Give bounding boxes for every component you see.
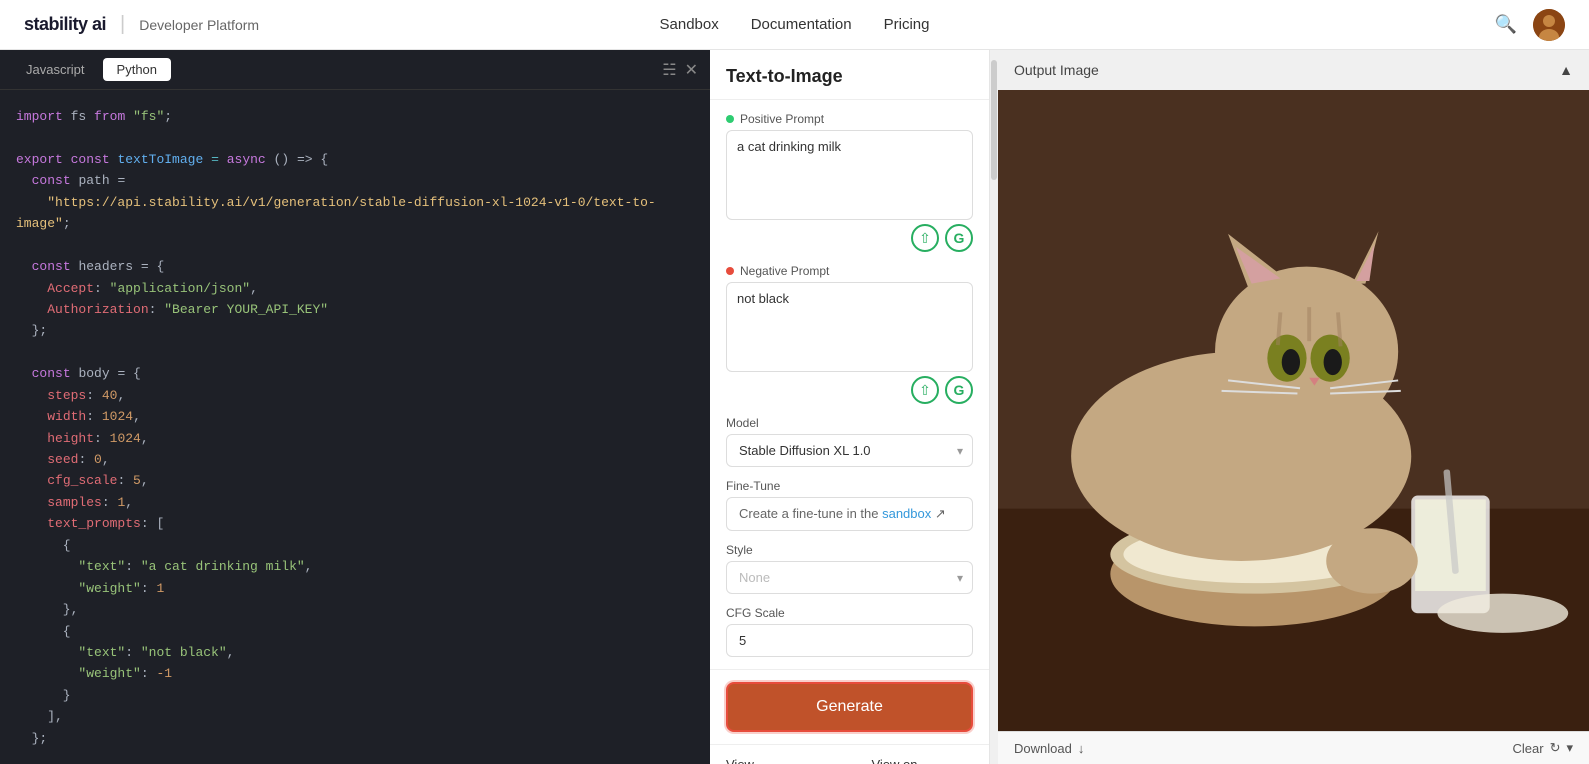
view-documentation-link[interactable]: View Documentation ↗ bbox=[726, 757, 855, 764]
right-content: Text-to-Image Positive Prompt a cat drin… bbox=[710, 50, 1589, 764]
style-label: Style bbox=[726, 543, 973, 557]
negative-prompt-input[interactable]: <span class="selected-text">not black</s… bbox=[726, 282, 973, 372]
negative-prompt-label: Negative Prompt bbox=[726, 264, 973, 278]
cfg-scale-label: CFG Scale bbox=[726, 606, 973, 620]
header-left: stability ai | Developer Platform bbox=[24, 13, 259, 36]
clear-arrow: ▾ bbox=[1566, 740, 1573, 756]
style-select[interactable]: None Photographic Cinematic Digital Art … bbox=[726, 561, 973, 594]
header-right: 🔍 bbox=[1495, 9, 1565, 41]
footer-links: View Documentation ↗ View on GitHub ↗ bbox=[710, 744, 989, 764]
positive-prompt-label: Positive Prompt bbox=[726, 112, 973, 126]
model-select-wrapper: Stable Diffusion XL 1.0 Stable Diffusion… bbox=[726, 434, 973, 467]
output-footer: Download ↓ Clear ↻ ▾ bbox=[998, 731, 1589, 764]
logo: stability ai bbox=[24, 14, 106, 35]
download-icon: ↓ bbox=[1078, 741, 1085, 756]
nav-pricing[interactable]: Pricing bbox=[884, 16, 930, 33]
main-container: Javascript Python ☵ ✕ import fs from "fs… bbox=[0, 0, 1589, 764]
generate-button[interactable]: Generate bbox=[726, 682, 973, 732]
style-field: Style None Photographic Cinematic Digita… bbox=[726, 543, 973, 594]
clear-icon: ↻ bbox=[1550, 740, 1561, 756]
code-panel-header: Javascript Python ☵ ✕ bbox=[0, 50, 710, 90]
avatar[interactable] bbox=[1533, 9, 1565, 41]
positive-prompt-footer: ⇧ G bbox=[726, 224, 973, 252]
download-button[interactable]: Download ↓ bbox=[1014, 740, 1084, 756]
close-icon[interactable]: ✕ bbox=[685, 60, 698, 80]
copy-icon[interactable]: ☵ bbox=[662, 60, 676, 80]
logo-separator: | bbox=[120, 13, 125, 36]
positive-upload-icon[interactable]: ⇧ bbox=[911, 224, 939, 252]
model-select[interactable]: Stable Diffusion XL 1.0 Stable Diffusion… bbox=[726, 434, 973, 467]
controls-scrollbar-thumb[interactable] bbox=[991, 60, 997, 180]
output-image-label: Output Image bbox=[1014, 62, 1099, 78]
negative-prompt-field: Negative Prompt <span class="selected-te… bbox=[726, 264, 973, 404]
positive-prompt-input[interactable]: a cat drinking milk bbox=[726, 130, 973, 220]
main-nav: Sandbox Documentation Pricing bbox=[660, 16, 930, 33]
dev-platform-label: Developer Platform bbox=[139, 17, 259, 33]
nav-sandbox[interactable]: Sandbox bbox=[660, 16, 719, 33]
negative-upload-icon[interactable]: ⇧ bbox=[911, 376, 939, 404]
tab-javascript[interactable]: Javascript bbox=[12, 58, 99, 81]
model-field: Model Stable Diffusion XL 1.0 Stable Dif… bbox=[726, 416, 973, 467]
output-image-container bbox=[998, 90, 1589, 731]
tab-python[interactable]: Python bbox=[103, 58, 171, 81]
code-panel: Javascript Python ☵ ✕ import fs from "fs… bbox=[0, 50, 710, 764]
model-label: Model bbox=[726, 416, 973, 430]
fine-tune-label: Fine-Tune bbox=[726, 479, 973, 493]
positive-prompt-dot bbox=[726, 115, 734, 123]
positive-grammar-icon[interactable]: G bbox=[945, 224, 973, 252]
output-image bbox=[998, 90, 1589, 731]
cfg-scale-field: CFG Scale bbox=[726, 606, 973, 657]
page-title: Text-to-Image bbox=[710, 50, 989, 100]
output-header-arrow: ▲ bbox=[1559, 62, 1573, 78]
style-select-wrapper: None Photographic Cinematic Digital Art … bbox=[726, 561, 973, 594]
header: stability ai | Developer Platform Sandbo… bbox=[0, 0, 1589, 50]
code-editor: import fs from "fs"; export const textTo… bbox=[0, 90, 710, 764]
output-header: Output Image ▲ bbox=[998, 50, 1589, 90]
fine-tune-box: Create a fine-tune in the sandbox ↗ bbox=[726, 497, 973, 531]
controls-panel: Text-to-Image Positive Prompt a cat drin… bbox=[710, 50, 990, 764]
view-github-link[interactable]: View on GitHub ↗ bbox=[871, 757, 973, 764]
fine-tune-field: Fine-Tune Create a fine-tune in the sand… bbox=[726, 479, 973, 531]
fine-tune-sandbox-link[interactable]: sandbox bbox=[882, 506, 931, 521]
controls-scrollbar[interactable] bbox=[990, 50, 998, 764]
output-panel: Output Image ▲ bbox=[998, 50, 1589, 764]
nav-documentation[interactable]: Documentation bbox=[751, 16, 852, 33]
negative-prompt-dot bbox=[726, 267, 734, 275]
code-tabs: Javascript Python bbox=[12, 58, 171, 81]
clear-button[interactable]: Clear ↻ ▾ bbox=[1512, 740, 1573, 756]
negative-prompt-footer: ⇧ G bbox=[726, 376, 973, 404]
code-panel-actions: ☵ ✕ bbox=[662, 60, 698, 80]
positive-prompt-field: Positive Prompt a cat drinking milk ⇧ G bbox=[726, 112, 973, 252]
generate-area: Generate bbox=[710, 669, 989, 744]
controls-inner: Positive Prompt a cat drinking milk ⇧ G … bbox=[710, 100, 989, 669]
negative-grammar-icon[interactable]: G bbox=[945, 376, 973, 404]
search-icon[interactable]: 🔍 bbox=[1495, 14, 1517, 35]
cfg-scale-input[interactable] bbox=[726, 624, 973, 657]
